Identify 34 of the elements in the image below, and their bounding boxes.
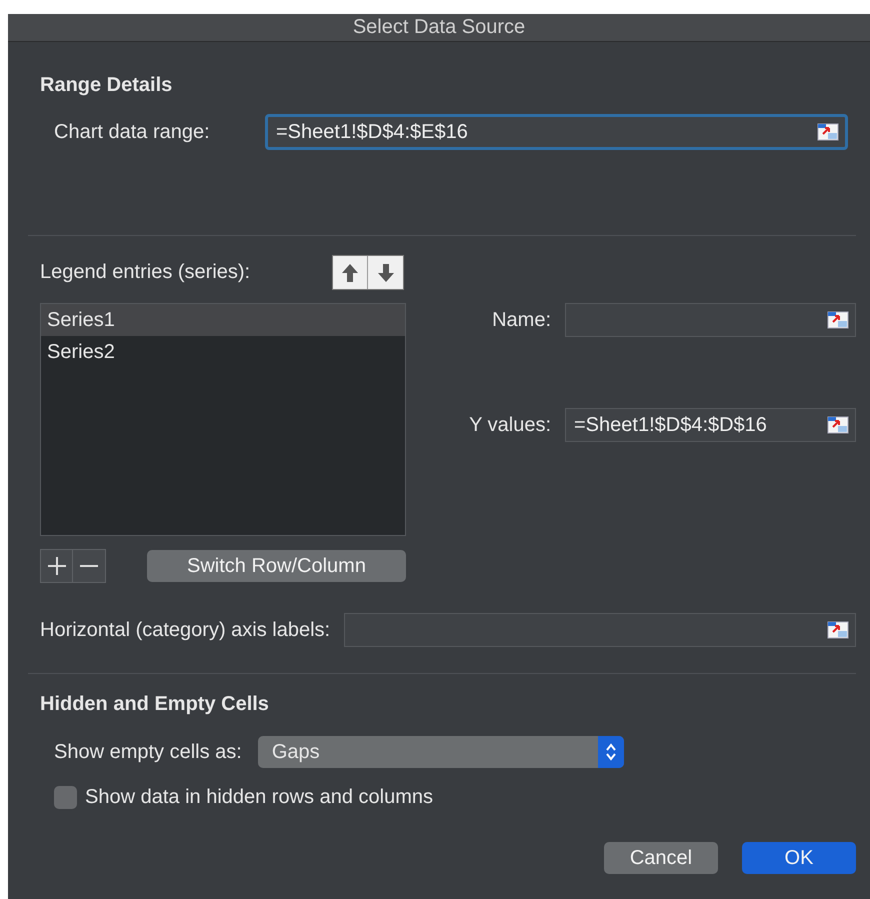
- up-arrow-icon: [341, 262, 359, 282]
- input-field[interactable]: =Sheet1!$D$4:$E$16: [265, 114, 848, 150]
- checkbox-label: Show data in hidden rows and columns: [85, 786, 433, 809]
- chevron-updown-icon: [604, 742, 617, 762]
- window-title: Select Data Source: [352, 16, 526, 39]
- field-label: Chart data range:: [54, 120, 211, 144]
- plus-icon: [46, 556, 66, 576]
- dropdown[interactable]: Gaps: [258, 736, 624, 768]
- switch-row-column-button[interactable]: Switch Row/Column: [147, 550, 406, 582]
- field-label: Show empty cells as:: [54, 740, 242, 764]
- down-arrow-icon: [376, 262, 394, 282]
- remove-button[interactable]: [73, 550, 105, 582]
- ok-button[interactable]: OK: [742, 842, 856, 874]
- section-heading: Range Details: [40, 73, 174, 97]
- field-label: Legend entries (series):: [40, 261, 250, 284]
- minus-icon: [79, 564, 99, 568]
- cell-select-icon[interactable]: [827, 311, 849, 329]
- cancel-button[interactable]: Cancel: [604, 842, 718, 874]
- cell-select-icon[interactable]: [817, 123, 839, 141]
- field-label: Name:: [492, 308, 551, 332]
- add-button[interactable]: [41, 550, 73, 582]
- section-heading: Hidden and Empty Cells: [40, 692, 270, 716]
- move-up-button[interactable]: [333, 256, 368, 289]
- input-field[interactable]: =Sheet1!$D$4:$D$16: [565, 408, 856, 442]
- input-field[interactable]: [565, 303, 856, 337]
- cell-select-icon[interactable]: [827, 416, 849, 434]
- move-down-button[interactable]: [368, 256, 403, 289]
- cell-select-icon[interactable]: [827, 621, 849, 639]
- series-item[interactable]: Series2: [41, 336, 405, 368]
- field-label: Horizontal (category) axis labels:: [40, 618, 330, 642]
- series-item[interactable]: Series1: [41, 304, 405, 336]
- checkbox[interactable]: [54, 786, 77, 809]
- input-field[interactable]: [344, 613, 856, 647]
- field-label: Y values:: [469, 414, 551, 436]
